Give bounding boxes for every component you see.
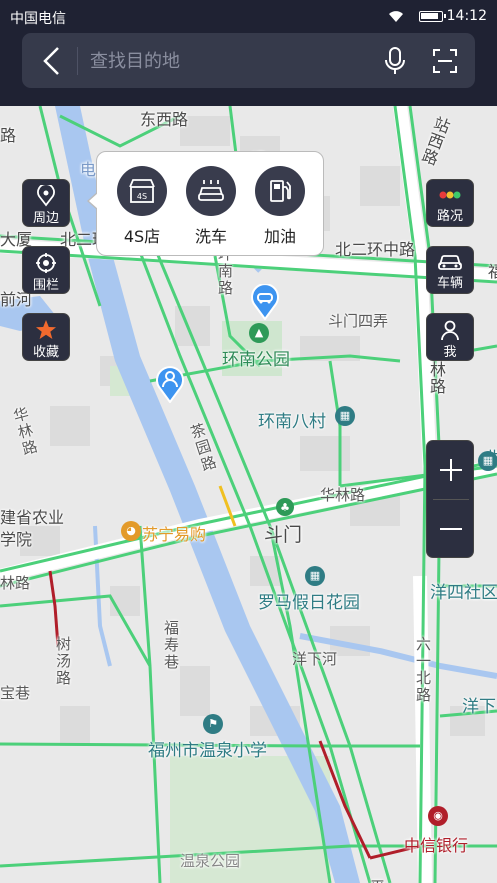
building-poi-icon[interactable]: ▦ bbox=[305, 566, 325, 586]
user-icon bbox=[427, 319, 473, 345]
map-label: 学院 bbox=[0, 530, 33, 549]
store-icon: 4S bbox=[117, 166, 167, 216]
star-icon bbox=[23, 319, 69, 345]
map-label: 宝巷 bbox=[0, 684, 31, 702]
map-label: 环南公园 bbox=[222, 350, 290, 370]
store-icon-text: 4S bbox=[137, 192, 147, 201]
map-label: 福州市温泉小学 bbox=[148, 741, 267, 761]
favorites-label: 收藏 bbox=[32, 345, 59, 360]
search-bar bbox=[22, 33, 475, 88]
car-location-pin[interactable] bbox=[250, 284, 280, 320]
map-label: 福 bbox=[488, 262, 497, 281]
traffic-light-icon bbox=[427, 185, 473, 209]
fuel-pump-icon bbox=[255, 166, 305, 216]
map-label: 斗门四弄 bbox=[328, 312, 389, 330]
map-label: 斗门 bbox=[264, 524, 303, 546]
car-wash-icon bbox=[186, 166, 236, 216]
battery-icon bbox=[419, 11, 446, 22]
shop-poi-icon[interactable]: ◕ bbox=[121, 521, 141, 541]
zoom-in-button[interactable] bbox=[427, 441, 475, 499]
map-label: 建省农业 bbox=[0, 508, 65, 527]
nearby-popup: 4S 4S店 洗车 加油 bbox=[87, 151, 324, 256]
map-label: 北二环中路 bbox=[335, 240, 416, 259]
vehicle-label: 车辆 bbox=[436, 276, 463, 291]
map-label: 林路 bbox=[430, 360, 447, 396]
wifi-icon bbox=[388, 10, 404, 27]
car-icon bbox=[427, 252, 473, 276]
microphone-icon[interactable] bbox=[382, 46, 408, 76]
bank-poi-icon[interactable]: ◉ bbox=[428, 806, 448, 826]
me-label: 我 bbox=[443, 345, 457, 360]
popup-car-wash[interactable]: 洗车 bbox=[185, 166, 237, 247]
map-label: 洋四社区 bbox=[430, 583, 497, 603]
top-bar: 中国电信 14:12 bbox=[0, 0, 497, 106]
nearby-button[interactable]: 周边 bbox=[22, 179, 70, 227]
fence-label: 围栏 bbox=[32, 278, 59, 293]
map-label: 六一北路 bbox=[416, 635, 432, 704]
building-poi-icon[interactable]: ▦ bbox=[335, 406, 355, 426]
search-divider bbox=[77, 47, 78, 75]
me-button[interactable]: 我 bbox=[426, 313, 474, 361]
map-label: 华林路 bbox=[320, 486, 366, 504]
back-button[interactable] bbox=[36, 45, 66, 77]
map-label: 洋下 bbox=[462, 697, 496, 717]
popup-gas[interactable]: 加油 bbox=[254, 166, 306, 247]
building-poi-icon[interactable]: ▦ bbox=[478, 451, 497, 471]
map-label: 洋下河 bbox=[292, 650, 338, 668]
map-label: 东西路 bbox=[140, 110, 189, 129]
park-poi-icon[interactable]: ♣ bbox=[276, 498, 294, 516]
map-label: 路 bbox=[0, 126, 17, 145]
map-label: 中信银行 bbox=[404, 836, 469, 855]
popup-4s-store[interactable]: 4S 4S店 bbox=[116, 166, 168, 247]
status-time: 14:12 bbox=[446, 8, 487, 24]
traffic-button[interactable]: 路况 bbox=[426, 179, 474, 227]
map-label: 福寿巷 bbox=[164, 619, 180, 671]
map-label: 平 bbox=[370, 876, 385, 883]
location-pin-icon bbox=[23, 183, 69, 211]
map-label: 苏宁易购 bbox=[142, 525, 207, 544]
map-label: 林路 bbox=[0, 574, 31, 592]
popup-gas-label: 加油 bbox=[263, 227, 296, 246]
map-label: 环南八村 bbox=[258, 412, 326, 432]
favorites-button[interactable]: 收藏 bbox=[22, 313, 70, 361]
target-icon bbox=[23, 252, 69, 278]
search-input[interactable] bbox=[90, 45, 370, 77]
traffic-label: 路况 bbox=[436, 209, 463, 224]
zoom-out-button[interactable] bbox=[427, 500, 475, 558]
popup-car-wash-label: 洗车 bbox=[194, 227, 227, 246]
park-poi-icon[interactable]: ▲ bbox=[249, 323, 269, 343]
zoom-controls bbox=[426, 440, 474, 558]
user-location-pin[interactable] bbox=[155, 365, 185, 403]
carrier-name: 中国电信 bbox=[10, 11, 66, 27]
map-label: 树汤路 bbox=[56, 635, 72, 687]
vehicle-button[interactable]: 车辆 bbox=[426, 246, 474, 294]
scan-icon[interactable] bbox=[431, 47, 459, 75]
map-label: 罗马假日花园 bbox=[258, 593, 360, 613]
map-label: 温泉公园 bbox=[180, 852, 241, 870]
status-bar: 中国电信 14:12 bbox=[0, 0, 497, 32]
fence-button[interactable]: 围栏 bbox=[22, 246, 70, 294]
school-poi-icon[interactable]: ⚑ bbox=[203, 714, 223, 734]
popup-4s-label: 4S店 bbox=[123, 227, 161, 246]
nearby-label: 周边 bbox=[32, 211, 59, 226]
